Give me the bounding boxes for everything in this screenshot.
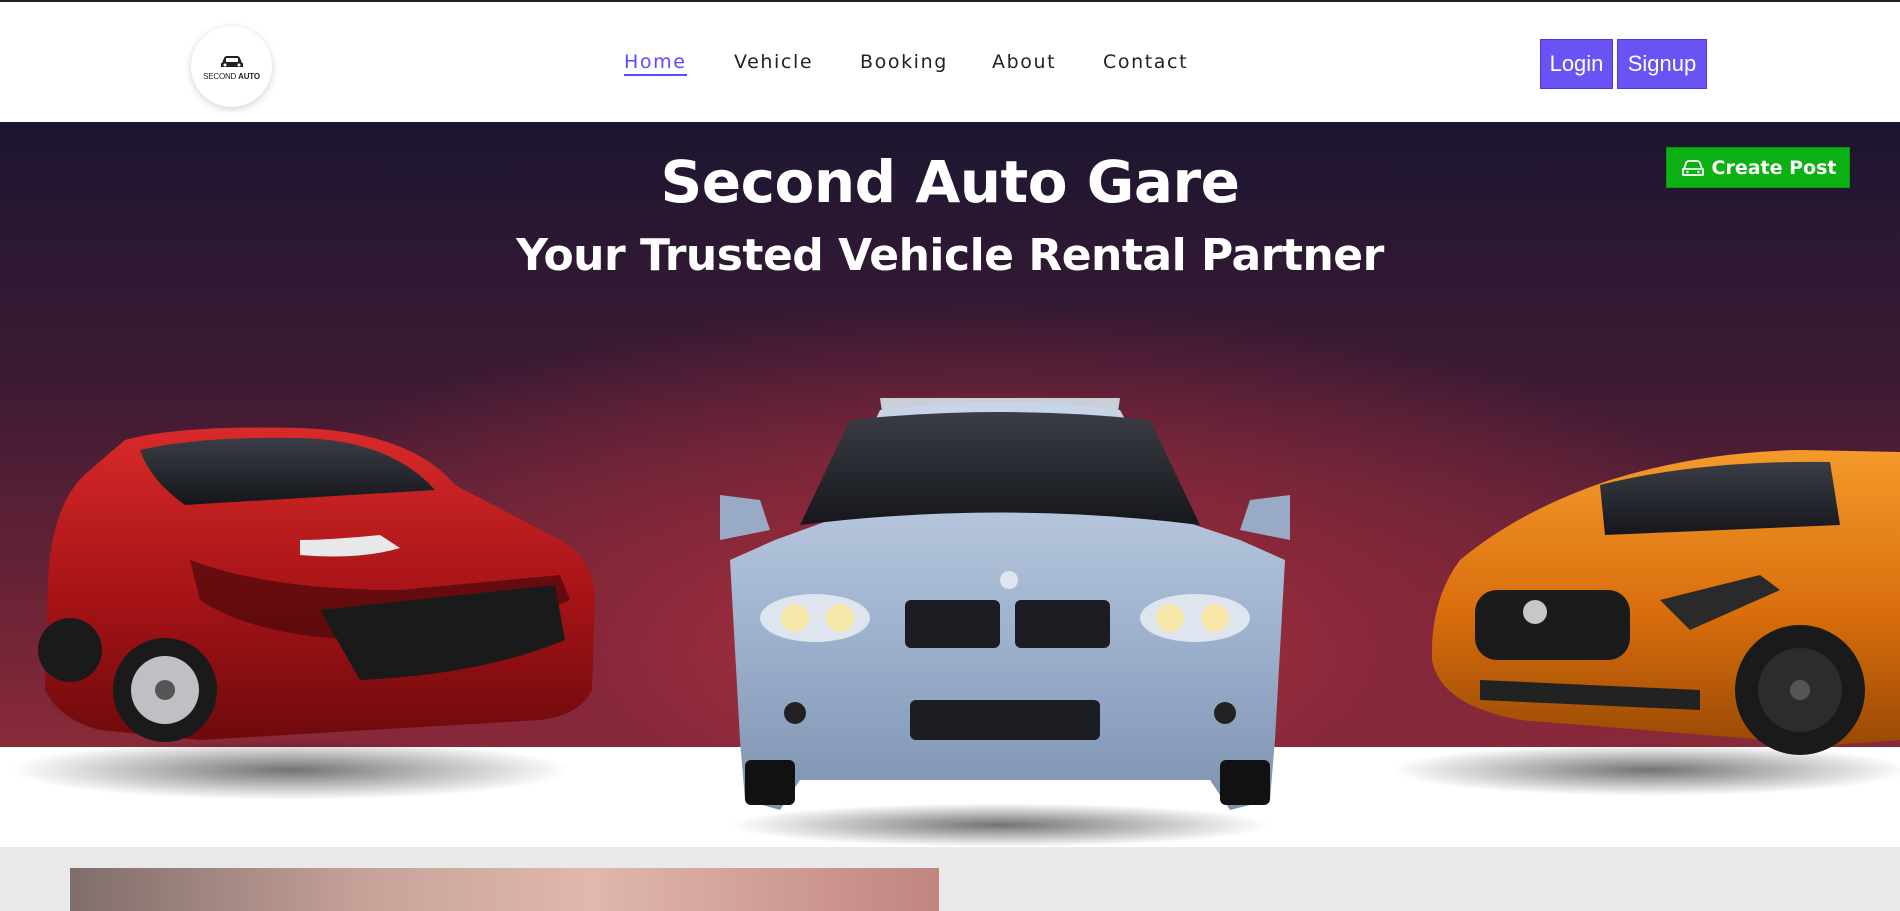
car-icon — [1681, 159, 1704, 176]
login-button[interactable]: Login — [1540, 39, 1613, 89]
main-nav: Home Vehicle Booking About Contact — [0, 51, 1900, 81]
nav-home[interactable]: Home — [624, 51, 687, 76]
nav-about[interactable]: About — [992, 51, 1056, 73]
create-post-button[interactable]: Create Post — [1666, 147, 1850, 188]
section-image — [70, 868, 939, 911]
hero-title: Second Auto Gare — [660, 148, 1240, 216]
site-header: SECOND AUTO Home Vehicle Booking About C… — [0, 0, 1900, 122]
nav-vehicle[interactable]: Vehicle — [734, 51, 813, 73]
signup-button[interactable]: Signup — [1617, 39, 1707, 89]
hero-subtitle: Your Trusted Vehicle Rental Partner — [516, 230, 1384, 281]
nav-booking[interactable]: Booking — [860, 51, 948, 73]
nav-contact[interactable]: Contact — [1103, 51, 1188, 73]
create-post-label: Create Post — [1711, 156, 1837, 179]
